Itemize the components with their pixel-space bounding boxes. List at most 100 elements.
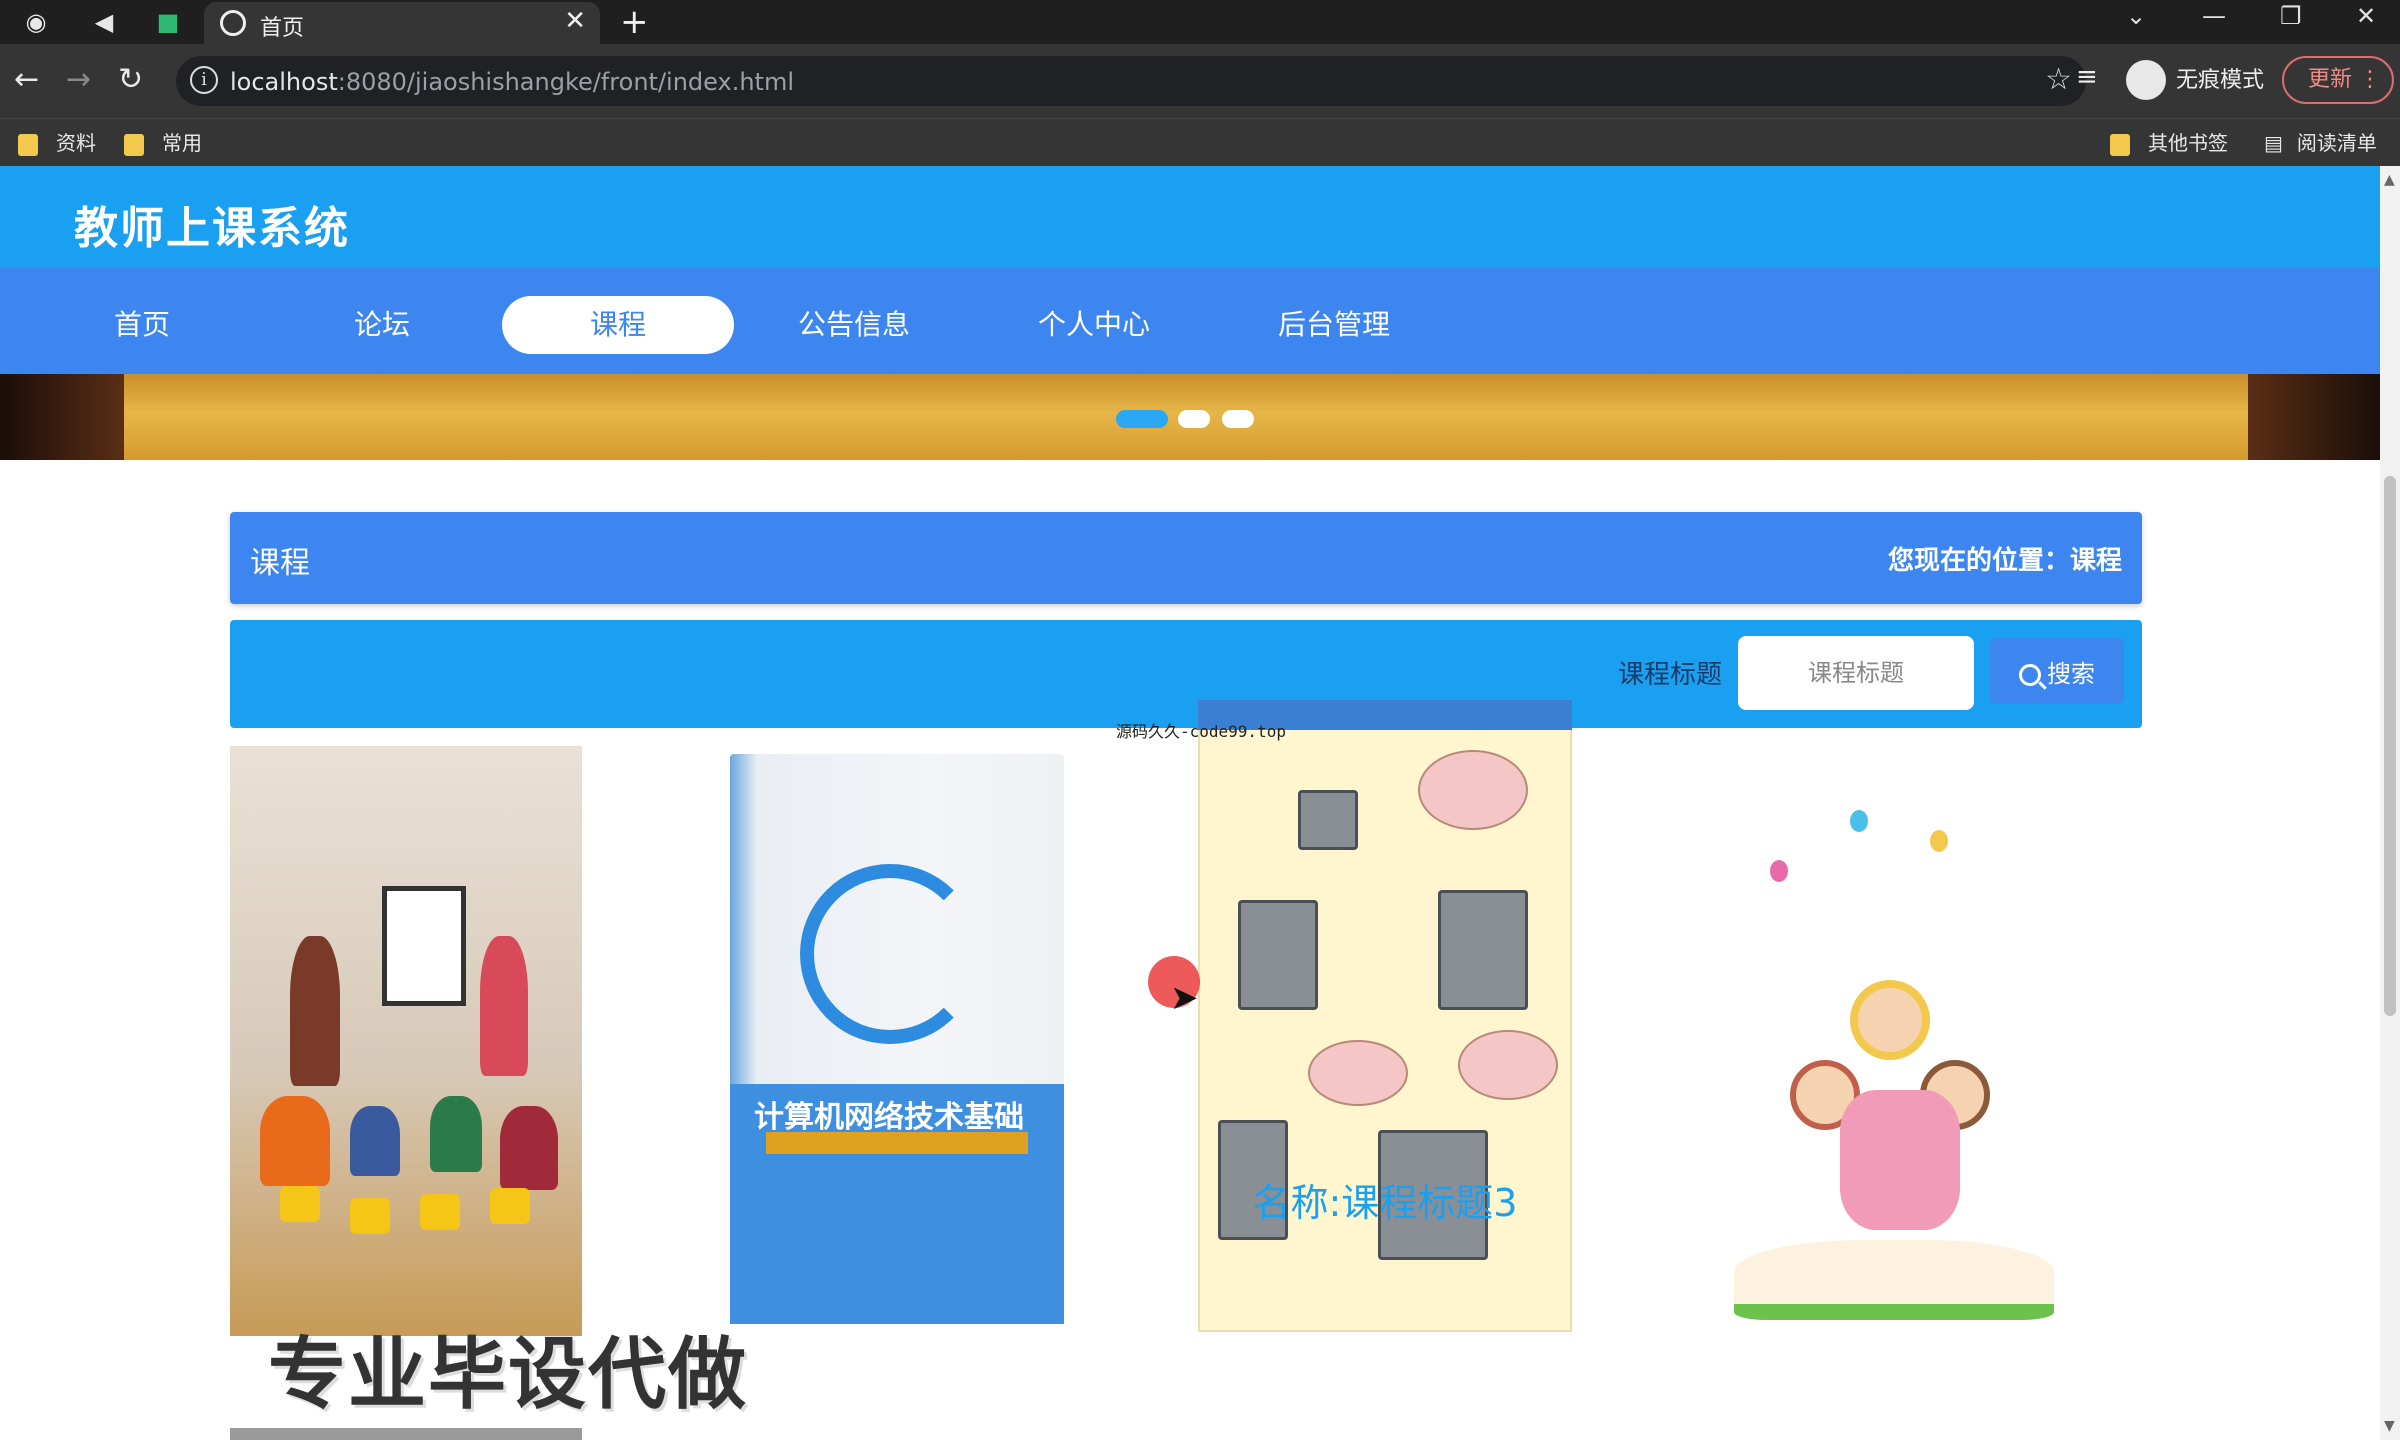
folder-icon xyxy=(124,133,144,156)
new-tab-icon[interactable]: + xyxy=(620,2,649,42)
sheets-tab-icon[interactable]: ■ xyxy=(152,6,184,38)
bookmark-label: 常用 xyxy=(162,131,202,155)
computer-illustration xyxy=(1438,890,1528,1010)
book-cover-graphic xyxy=(800,864,980,1044)
ad-overlay-text: 专业毕设代做 xyxy=(268,1330,749,1420)
url-path: :8080/jiaoshishangke/front/index.html xyxy=(337,68,794,96)
figure xyxy=(350,1106,400,1176)
other-bookmarks-label: 其他书签 xyxy=(2148,131,2228,155)
figure xyxy=(290,936,340,1086)
computer-illustration xyxy=(1238,900,1318,1010)
figure xyxy=(500,1106,558,1190)
scroll-up-icon[interactable]: ▲ xyxy=(2384,172,2395,188)
figure xyxy=(480,936,528,1076)
chair xyxy=(280,1186,320,1222)
site-nav: 首页 论坛 课程 公告信息 个人中心 后台管理 xyxy=(0,268,2380,374)
figure xyxy=(430,1096,482,1172)
page-scrollbar[interactable]: ▲ ▼ xyxy=(2380,166,2400,1440)
update-label: 更新 xyxy=(2308,67,2353,92)
address-bar[interactable]: i localhost:8080/jiaoshishangke/front/in… xyxy=(176,56,2086,106)
nav-home[interactable]: 首页 xyxy=(26,296,258,354)
nav-announcements[interactable]: 公告信息 xyxy=(738,296,970,354)
bookmarks-bar: 资料 常用 其他书签 ▤ 阅读清单 xyxy=(0,118,2400,166)
nav-admin[interactable]: 后台管理 xyxy=(1218,296,1450,354)
site-title: 教师上课系统 xyxy=(74,203,350,254)
chair xyxy=(420,1194,460,1230)
minimize-icon[interactable]: — xyxy=(2202,2,2226,30)
course-card-3-image[interactable] xyxy=(1198,700,1572,1332)
chair xyxy=(350,1198,390,1234)
browser-tabstrip: ◉ ◀ ■ 首页 ✕ + ⌄ — ❐ ✕ xyxy=(0,0,2400,44)
course-card-3-caption[interactable]: 名称:课程标题3 xyxy=(1200,1172,1570,1227)
bookmark-star-icon[interactable]: ☆ xyxy=(2045,62,2072,97)
url-text[interactable]: localhost:8080/jiaoshishangke/front/inde… xyxy=(230,68,794,96)
search-button[interactable]: 搜索 xyxy=(1990,638,2124,704)
other-bookmarks[interactable]: 其他书签 xyxy=(2110,129,2228,157)
back-icon[interactable]: ← xyxy=(14,60,39,100)
search-label: 课程标题 xyxy=(1618,660,1723,690)
nav-courses[interactable]: 课程 xyxy=(502,296,734,354)
banner-edge-right xyxy=(2248,374,2380,460)
incognito-label[interactable]: 无痕模式 xyxy=(2176,62,2264,94)
search-input[interactable] xyxy=(1738,636,1974,710)
page-viewport: 教师上课系统 首页 论坛 课程 公告信息 个人中心 后台管理 课程 您现在的位置… xyxy=(0,166,2380,1440)
speech-bubble xyxy=(1308,1040,1408,1106)
carousel-banner xyxy=(0,374,2380,460)
tab-close-icon[interactable]: ✕ xyxy=(564,6,586,36)
site-info-icon[interactable]: i xyxy=(190,66,218,94)
letter-balloon xyxy=(1850,810,1868,832)
chrome-menu-icon[interactable]: ◉ xyxy=(20,6,52,38)
course-card-2-image[interactable]: 计算机网络技术基础 xyxy=(730,754,1064,1324)
search-button-label: 搜索 xyxy=(2047,659,2095,688)
media-control-icon[interactable]: ≡ xyxy=(2076,62,2098,92)
site-header: 教师上课系统 xyxy=(0,166,2380,268)
video-watermark: 源码久久-code99.top xyxy=(1116,722,1286,741)
close-window-icon[interactable]: ✕ xyxy=(2356,2,2376,30)
url-host: localhost xyxy=(230,68,338,96)
folder-icon xyxy=(18,133,38,156)
letter-balloon xyxy=(1930,830,1948,852)
reading-list-icon: ▤ xyxy=(2264,131,2283,155)
nav-personal-center[interactable]: 个人中心 xyxy=(978,296,1210,354)
speech-bubble xyxy=(1418,750,1528,830)
carousel-dot-1[interactable] xyxy=(1116,410,1168,428)
scroll-thumb[interactable] xyxy=(2384,476,2396,1016)
figure xyxy=(260,1096,330,1186)
reload-icon[interactable]: ↻ xyxy=(118,60,143,100)
nav-forum[interactable]: 论坛 xyxy=(266,296,498,354)
chair xyxy=(490,1188,530,1224)
book-cover-strip xyxy=(766,1132,1028,1154)
reading-list-label: 阅读清单 xyxy=(2296,131,2377,155)
speech-bubble xyxy=(1458,1030,1558,1100)
open-book xyxy=(1734,1240,2054,1320)
restore-icon[interactable]: ❐ xyxy=(2280,2,2302,30)
course-card-4-image[interactable] xyxy=(1700,770,2090,1330)
update-button[interactable]: 更新 ⋮ xyxy=(2282,56,2394,104)
incognito-icon[interactable] xyxy=(2126,60,2166,100)
carousel-dot-2[interactable] xyxy=(1178,410,1210,428)
bookmark-label: 资料 xyxy=(56,131,96,155)
classroom-photo xyxy=(230,746,582,1336)
section-header: 课程 您现在的位置：课程 xyxy=(230,512,2142,604)
carousel-dot-3[interactable] xyxy=(1222,410,1254,428)
tab-search-icon[interactable]: ⌄ xyxy=(2126,2,2146,30)
browser-toolbar: ← → ↻ i localhost:8080/jiaoshishangke/fr… xyxy=(0,44,2400,118)
globe-icon xyxy=(220,10,246,36)
search-bar: 课程标题 搜索 xyxy=(230,620,2142,728)
forward-icon[interactable]: → xyxy=(66,60,91,100)
classroom-screen xyxy=(382,886,466,1006)
card-1-bottom-bar xyxy=(230,1428,582,1440)
active-tab[interactable]: 首页 ✕ xyxy=(204,2,600,44)
mute-icon[interactable]: ◀ xyxy=(88,6,120,38)
reading-list[interactable]: ▤ 阅读清单 xyxy=(2264,129,2377,157)
section-title: 课程 xyxy=(250,546,310,581)
mouse-cursor-icon: ➤ xyxy=(1170,978,1199,1018)
bookmark-folder-ziliao[interactable]: 资料 xyxy=(18,129,96,157)
computer-illustration xyxy=(1298,790,1358,850)
search-icon xyxy=(2019,663,2041,686)
scroll-down-icon[interactable]: ▼ xyxy=(2384,1418,2395,1434)
course-card-1-image[interactable] xyxy=(230,746,582,1336)
kid-figure xyxy=(1850,980,1930,1060)
bookmark-folder-changyong[interactable]: 常用 xyxy=(124,129,202,157)
kid-figure xyxy=(1840,1090,1960,1230)
